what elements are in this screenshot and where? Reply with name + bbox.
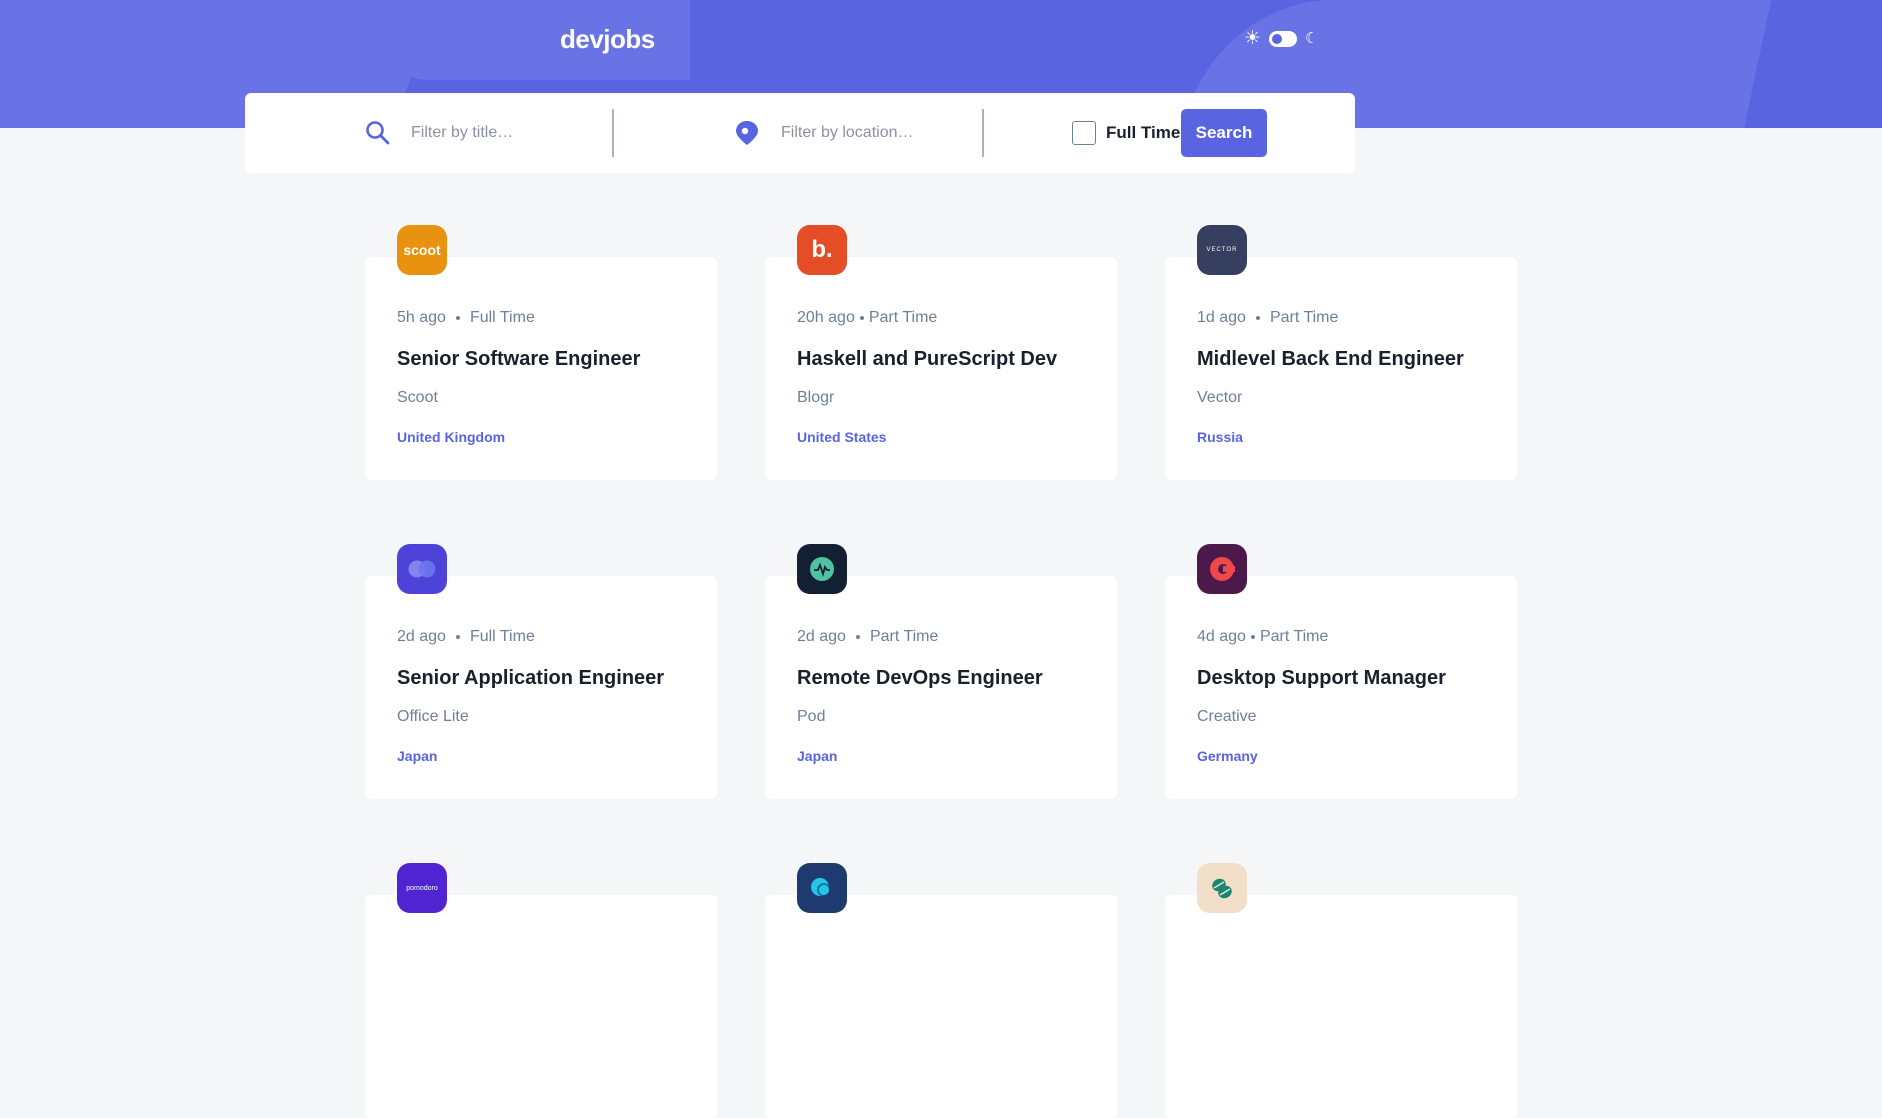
company-logo-pod (797, 544, 847, 594)
company-name: Pod (797, 708, 826, 725)
job-location: Japan (797, 748, 838, 764)
theme-toggle[interactable]: ☀ ☾ (1244, 29, 1319, 49)
moon-icon: ☾ (1305, 30, 1319, 47)
job-title[interactable]: Senior Software Engineer (397, 348, 640, 371)
job-location: Japan (397, 748, 438, 764)
logo-text: b. (811, 236, 833, 263)
company-logo-coffeeroasters (1197, 863, 1247, 913)
posted-time: 2d ago (397, 628, 446, 645)
company-name: Vector (1197, 389, 1243, 406)
company-name: Office Lite (397, 708, 469, 725)
job-card[interactable]: 4d ago Part Time Desktop Support Manager… (1165, 544, 1517, 799)
search-icon (366, 121, 390, 145)
job-location: Russia (1197, 429, 1243, 445)
company-name: Scoot (397, 389, 438, 406)
logo-text: VECTOR (1206, 247, 1238, 253)
company-name: Blogr (797, 389, 835, 406)
job-meta: 1d ago Part Time (1197, 309, 1338, 327)
location-pin-icon (736, 121, 758, 145)
job-card[interactable]: b. 20h ago Part Time Haskell and PureScr… (765, 225, 1117, 480)
company-logo-office-lite (397, 544, 447, 594)
job-card[interactable]: pomodoro (365, 863, 717, 1118)
maker-logo-icon (811, 878, 831, 897)
job-meta: 4d ago Part Time (1197, 628, 1328, 646)
job-title[interactable]: Senior Application Engineer (397, 667, 664, 690)
theme-switch[interactable] (1269, 31, 1298, 47)
logo-text: pomodoro (406, 884, 438, 892)
title-filter-input[interactable] (409, 123, 603, 143)
site-logo[interactable]: devjobs (560, 24, 655, 55)
job-title[interactable]: Remote DevOps Engineer (797, 667, 1043, 690)
logo-text: scoot (403, 242, 441, 258)
separator-dot (455, 635, 460, 639)
job-title[interactable]: Haskell and PureScript Dev (797, 348, 1057, 371)
fulltime-label: Full Time (1106, 123, 1181, 142)
contract-type: Part Time (869, 628, 939, 645)
company-name: Creative (1197, 708, 1257, 725)
theme-switch-knob (1272, 34, 1283, 44)
job-title[interactable]: Desktop Support Manager (1197, 667, 1446, 690)
location-filter-input[interactable] (779, 123, 973, 143)
job-location: United States (797, 429, 887, 445)
separator-dot (855, 635, 860, 639)
contract-type: Part Time (1269, 309, 1339, 326)
posted-time: 2d ago (797, 628, 846, 645)
job-card[interactable]: 2d ago Part Time Remote DevOps Engineer … (765, 544, 1117, 799)
job-card[interactable]: VECTOR 1d ago Part Time Midlevel Back En… (1165, 225, 1517, 480)
search-button[interactable]: Search (1181, 109, 1267, 157)
company-logo-pomodoro: pomodoro (397, 863, 447, 913)
company-logo-scoot: scoot (397, 225, 447, 275)
contract-type: Full Time (469, 628, 535, 645)
job-meta: 5h ago Full Time (397, 309, 535, 327)
office-lite-logo-icon (408, 560, 436, 578)
fulltime-filter[interactable]: Full Time (1072, 93, 1180, 173)
search-bar: Full Time Search (245, 93, 1355, 173)
job-card[interactable]: scoot 5h ago Full Time Senior Software E… (365, 225, 717, 480)
location-filter (735, 93, 973, 173)
coffee-bean-logo-icon (1212, 878, 1232, 899)
company-logo-creative (1197, 544, 1247, 594)
separator-dot (1255, 316, 1260, 320)
job-location: Germany (1197, 748, 1258, 764)
separator-dot (1250, 635, 1255, 639)
creative-logo-icon (1210, 557, 1235, 581)
posted-time: 4d ago (1197, 628, 1246, 645)
pod-logo-icon (810, 557, 834, 581)
company-logo-maker (797, 863, 847, 913)
fulltime-checkbox[interactable] (1072, 121, 1096, 145)
job-card[interactable] (1165, 863, 1517, 1118)
job-title[interactable]: Midlevel Back End Engineer (1197, 348, 1464, 371)
posted-time: 5h ago (397, 309, 446, 326)
separator-dot (859, 316, 864, 320)
posted-time: 20h ago (797, 309, 855, 326)
contract-type: Part Time (868, 309, 938, 326)
job-meta: 20h ago Part Time (797, 309, 937, 327)
title-filter (365, 93, 603, 173)
divider (612, 109, 614, 157)
job-location: United Kingdom (397, 429, 506, 445)
job-meta: 2d ago Full Time (397, 628, 535, 646)
job-meta: 2d ago Part Time (797, 628, 938, 646)
contract-type: Full Time (469, 309, 535, 326)
job-card[interactable] (765, 863, 1117, 1118)
separator-dot (455, 316, 460, 320)
job-card[interactable]: 2d ago Full Time Senior Application Engi… (365, 544, 717, 799)
contract-type: Part Time (1259, 628, 1329, 645)
company-logo-vector: VECTOR (1197, 225, 1247, 275)
sun-icon: ☀ (1244, 28, 1262, 49)
company-logo-blogr: b. (797, 225, 847, 275)
divider (982, 109, 984, 157)
posted-time: 1d ago (1197, 309, 1246, 326)
